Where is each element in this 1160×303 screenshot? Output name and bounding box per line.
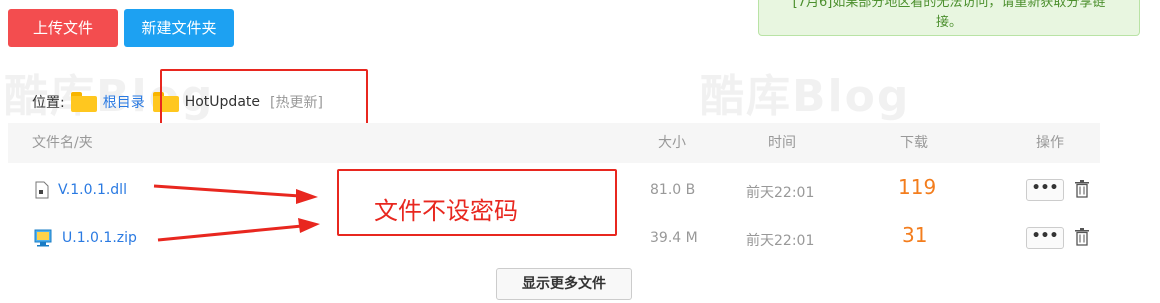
notice-banner: [7月6]如果部分地区看的无法访问，请重新获取分享链 接。 (758, 0, 1140, 36)
breadcrumb-label: 位置: (32, 95, 65, 111)
header-size: 大小 (658, 135, 686, 151)
zip-file-icon (34, 229, 52, 247)
file-time: 前天22:01 (746, 185, 815, 201)
annotation-highlight-box (160, 69, 368, 125)
trash-icon[interactable] (1074, 180, 1090, 198)
header-name: 文件名/夹 (32, 135, 93, 151)
show-more-files-button[interactable]: 显示更多文件 (496, 268, 632, 300)
download-count: 119 (898, 175, 937, 199)
download-count: 31 (902, 223, 928, 247)
notice-line: 接。 (935, 15, 962, 30)
file-time: 前天22:01 (746, 233, 815, 249)
dll-file-icon (35, 181, 49, 199)
file-name-link[interactable]: V.1.0.1.dll (58, 182, 127, 198)
notice-line: [7月6]如果部分地区看的无法访问，请重新获取分享链 (792, 0, 1106, 10)
file-name-link[interactable]: U.1.0.1.zip (62, 230, 137, 246)
file-size: 81.0 B (650, 182, 696, 198)
more-options-button[interactable]: ••• (1026, 179, 1064, 201)
breadcrumb-root-link[interactable]: 根目录 (103, 92, 145, 112)
watermark-logo: 酷库Blog (700, 71, 911, 122)
trash-icon[interactable] (1074, 228, 1090, 246)
header-downloads: 下载 (900, 135, 928, 151)
more-options-button[interactable]: ••• (1026, 227, 1064, 249)
file-size: 39.4 M (650, 230, 698, 246)
annotation-text: 文件不设密码 (374, 197, 518, 225)
header-time: 时间 (768, 135, 796, 151)
header-actions: 操作 (1036, 135, 1064, 151)
file-table-header: 文件名/夹 大小 时间 下载 操作 (8, 123, 1100, 163)
upload-file-button[interactable]: 上传文件 (8, 9, 118, 47)
folder-icon (70, 92, 97, 112)
new-folder-button[interactable]: 新建文件夹 (124, 9, 234, 47)
